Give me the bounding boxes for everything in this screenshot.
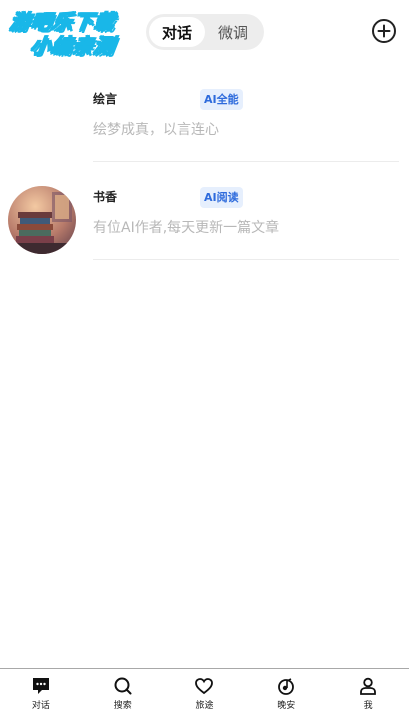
bot-description: 绘梦成真，以言连心: [93, 122, 219, 138]
book-stack-avatar-image: [8, 186, 76, 254]
add-button[interactable]: [371, 18, 397, 44]
plus-circle-icon: [372, 19, 396, 43]
nav-label: 旅途: [195, 701, 214, 711]
bot-badge: AI全能: [200, 89, 243, 110]
bottom-nav: 对话 搜索 旅途 晚安 我: [0, 668, 409, 712]
list-item[interactable]: 书香 AI阅读 有位AI作者,每天更新一篇文章: [0, 176, 409, 274]
search-icon: [114, 677, 132, 695]
nav-label: 晚安: [277, 701, 296, 711]
moon-music-icon: [278, 678, 295, 695]
nav-item-me[interactable]: 我: [327, 669, 409, 712]
nav-item-journey[interactable]: 旅途: [164, 669, 246, 712]
bot-description: 有位AI作者,每天更新一篇文章: [93, 220, 280, 236]
avatar: [8, 186, 76, 254]
watermark-line-2: 小编亲测: [29, 34, 117, 59]
divider: [93, 259, 399, 260]
nav-label: 对话: [31, 701, 50, 711]
bot-name: 绘言: [93, 92, 118, 106]
user-icon: [360, 677, 376, 695]
chat-bubble-icon: [32, 678, 49, 694]
bot-name: 书香: [93, 190, 118, 204]
nav-item-goodnight[interactable]: 晚安: [245, 669, 327, 712]
tab-finetune[interactable]: 微调: [205, 17, 261, 47]
watermark-logo: 游吧乐下载 小编亲测: [4, 10, 152, 66]
heart-icon: [195, 678, 214, 695]
chat-list: 绘言 AI全能 绘梦成真，以言连心 书香 AI阅读 有位AI作者,每天更新一篇文…: [0, 78, 409, 274]
nav-item-search[interactable]: 搜索: [82, 669, 164, 712]
divider: [93, 161, 399, 162]
bot-badge: AI阅读: [200, 187, 243, 208]
nav-label: 搜索: [113, 701, 132, 711]
tab-chat[interactable]: 对话: [149, 17, 205, 47]
list-item[interactable]: 绘言 AI全能 绘梦成真，以言连心: [0, 78, 409, 176]
nav-item-chat[interactable]: 对话: [0, 669, 82, 712]
nav-label: 我: [363, 701, 373, 711]
watermark-line-1: 游吧乐下载: [8, 10, 117, 35]
mode-switcher: 对话 微调: [146, 14, 264, 50]
